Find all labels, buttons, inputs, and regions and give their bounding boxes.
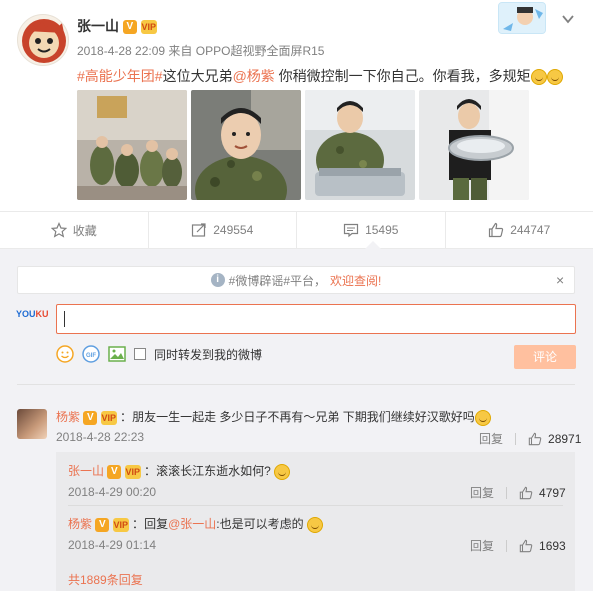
chevron-down-icon[interactable] [561,10,575,31]
reply-separator: ： [132,517,145,531]
post-text-part1: 这位大兄弟 [162,68,233,84]
emoji-icon [274,463,291,480]
like-count: 244747 [510,223,551,237]
commenter-avatar[interactable] [17,409,47,439]
verified-badge: V [95,517,110,532]
divider [17,384,575,385]
source-prefix: 来自 [168,44,193,58]
post-photo-1[interactable] [77,90,187,200]
notice-link[interactable]: 欢迎查阅! [330,272,381,289]
mention-link[interactable]: @张一山 [168,517,216,531]
divider [68,505,563,506]
post-timestamp[interactable]: 2018-4-28 22:09 [77,44,165,58]
vip-badge: VIP [140,20,157,35]
reply-button[interactable]: 回复 [470,484,494,501]
reply-prefix: 回复 [144,517,169,531]
rumor-notice-bar: i #微博辟谣#平台， 欢迎查阅! [17,266,575,294]
svg-text:GIF: GIF [86,353,96,359]
verified-badge: V [122,20,137,35]
verified-badge: V [107,464,122,479]
reply-body: 杨紫 V VIP ：回复@张一山:也是可以考虑的 [68,515,323,533]
reply-author[interactable]: 张一山 [68,464,104,478]
forward-label[interactable]: 同时转发到我的微博 [154,346,262,363]
post-meta: 2018-4-28 22:09 来自 OPPO超视野全面屏R15 [77,42,324,59]
favorite-button[interactable]: 收藏 [0,212,149,248]
emoji-icon [546,69,563,86]
comment-text: 朋友一生一起走 多少日子不再有～兄弟 下期我们继续好汉歌好吗 [132,410,475,424]
post-text-part2: 你稍微控制一下你自己。你看我，多规矩 [274,68,531,84]
comment-count: 15495 [365,223,399,237]
reply-time: 2018-4-29 00:20 [68,485,157,499]
divider [506,486,508,499]
post-photo-4[interactable] [419,90,529,200]
emoji-icon [530,69,547,86]
author-name[interactable]: 张一山 V VIP [77,16,157,36]
total-replies-link[interactable]: 共1889条回复 [68,571,143,588]
reply-body: 张一山 V VIP ：滚滚长江东逝水如何? [68,462,291,480]
composer-toolbar: GIF 同时转发到我的微博 [56,345,262,363]
reply-text: :也是可以考虑的 [216,517,304,531]
image-upload-icon[interactable] [108,345,126,363]
post-photo-2[interactable] [191,90,301,200]
author-name-text[interactable]: 张一山 [77,18,119,34]
vip-badge: VIP [112,517,129,532]
mention-link[interactable]: @杨紫 [233,68,275,84]
reply-time: 2018-4-29 01:14 [68,538,157,552]
repost-count: 249554 [213,223,254,237]
topic-tag[interactable]: #高能少年团# [77,68,163,84]
like-button[interactable]: 244747 [446,212,593,248]
star-icon [50,222,67,238]
emoji-picker-icon[interactable] [56,345,74,363]
favorite-label: 收藏 [72,223,97,238]
youku-logo: YOUKU [16,309,49,319]
comment-actions: 回复 28971 [479,430,581,447]
comment-body: 杨紫 V VIP ：朋友一生一起走 多少日子不再有～兄弟 下期我们继续好汉歌好吗 [56,408,491,426]
forward-checkbox[interactable] [134,348,146,360]
verified-badge: V [83,410,98,425]
comment-icon [343,223,359,238]
comment-like-button[interactable]: 28971 [528,432,581,446]
decoration-sticker-image [498,2,546,34]
reply-actions: 回复 1693 [470,537,566,554]
reply-button[interactable]: 回复 [470,537,494,554]
divider [515,432,517,445]
commenter-name[interactable]: 杨紫 [56,410,80,424]
notice-text: #微博辟谣#平台， [228,273,326,288]
reply-separator: ： [144,464,157,478]
vip-badge: VIP [124,464,141,479]
reply-author[interactable]: 杨紫 [68,517,92,531]
active-tab-indicator [365,241,381,249]
emoji-icon [306,516,323,533]
source-device[interactable]: OPPO超视野全面屏R15 [196,44,325,58]
post-photo-3[interactable] [305,90,415,200]
reply-button[interactable]: 回复 [479,430,503,447]
text-caret [64,311,65,327]
action-bar: 收藏 249554 15495 244747 [0,211,593,249]
close-icon[interactable]: × [556,272,564,288]
vip-badge: VIP [100,410,117,425]
repost-icon [192,223,206,237]
reply-text: 滚滚长江东逝水如何? [156,464,271,478]
comment-separator: ： [120,410,133,424]
thumbs-up-icon [489,222,504,238]
reply-like-count: 4797 [539,485,566,500]
comment-time: 2018-4-28 22:23 [56,430,145,444]
comment-input[interactable] [56,304,576,334]
emoji-icon [474,409,491,426]
divider [506,539,508,552]
author-avatar[interactable] [17,14,69,66]
thumbs-up-icon [519,486,533,499]
gif-icon[interactable]: GIF [82,345,100,363]
repost-button[interactable]: 249554 [149,212,297,248]
reply-like-count: 1693 [539,538,566,553]
post-text: #高能少年团#这位大兄弟@杨紫 你稍微控制一下你自己。你看我，多规矩 [77,66,563,86]
info-icon: i [210,273,225,287]
comment-like-count: 28971 [548,431,582,446]
reply-actions: 回复 4797 [470,484,566,501]
reply-like-button[interactable]: 4797 [519,486,566,500]
reply-like-button[interactable]: 1693 [519,539,566,553]
submit-comment-button[interactable]: 评论 [514,345,576,369]
thumbs-up-icon [528,432,542,445]
thumbs-up-icon [519,539,533,552]
